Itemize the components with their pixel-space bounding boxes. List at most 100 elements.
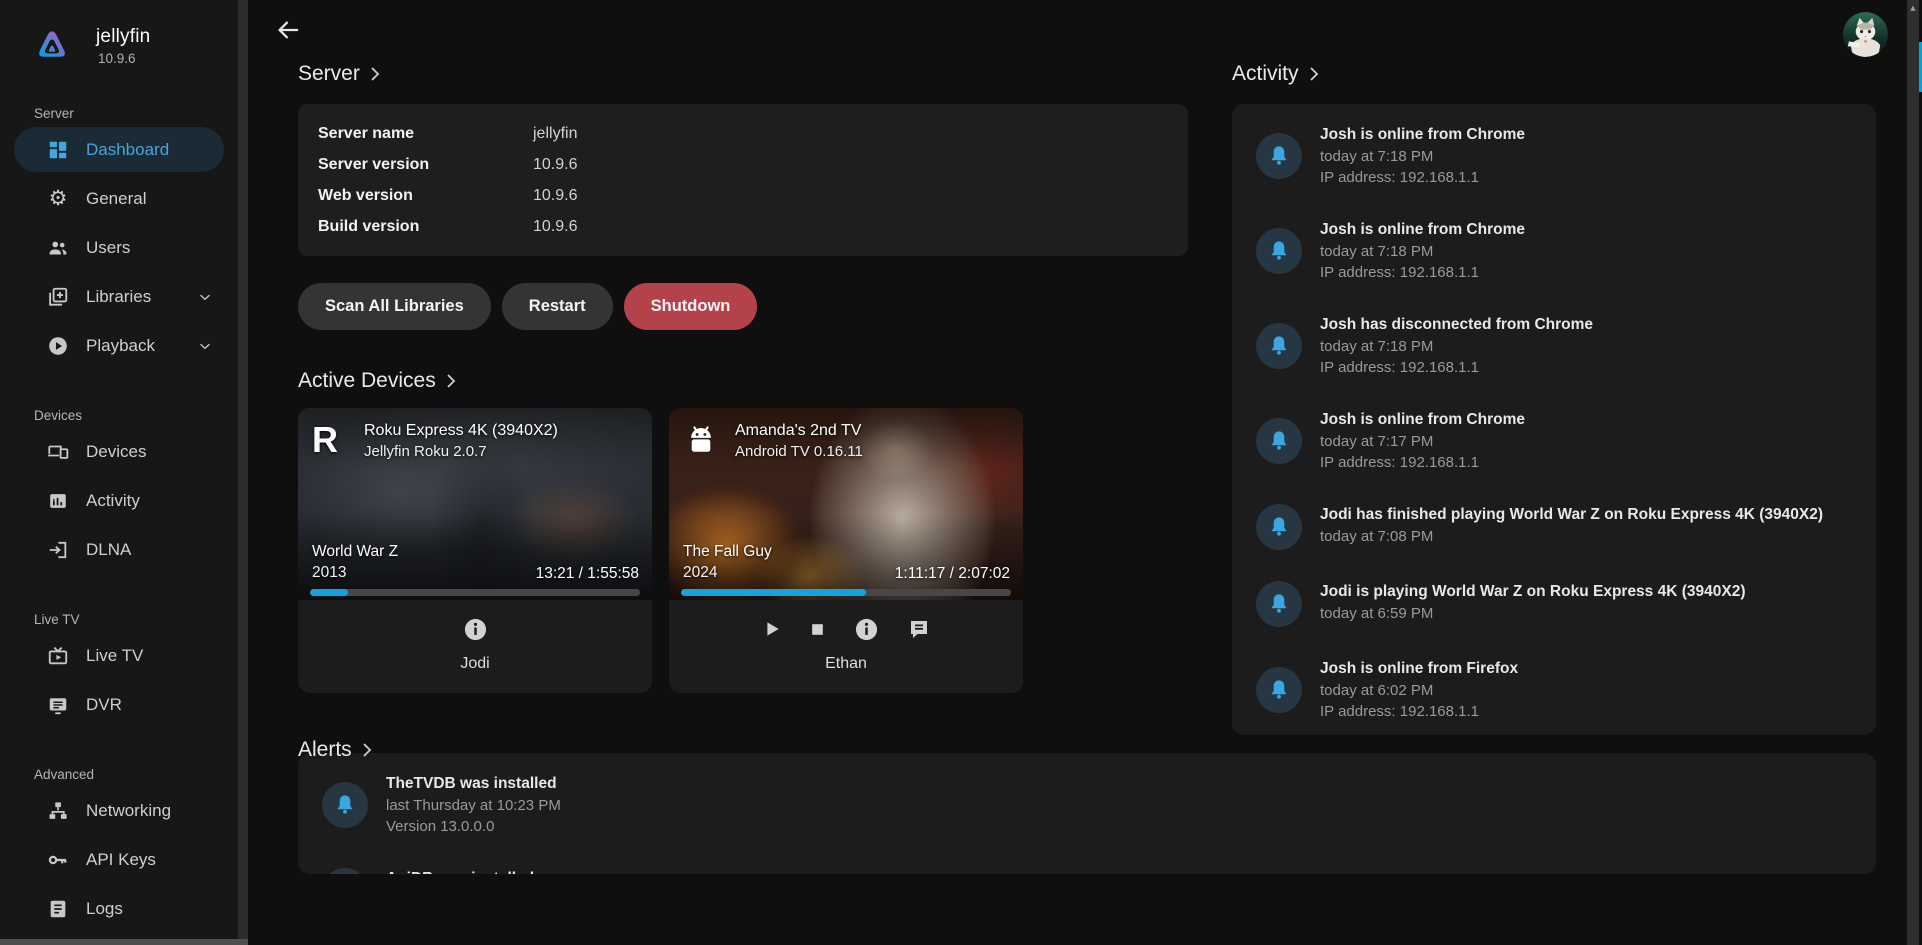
sidebar-section-label: Server bbox=[34, 106, 238, 121]
chevron-down-icon[interactable] bbox=[196, 337, 214, 355]
feed-item: AniDB was installed bbox=[322, 868, 1852, 874]
play-button[interactable] bbox=[762, 619, 782, 639]
sidebar-item-api-keys[interactable]: API Keys bbox=[14, 837, 224, 882]
sidebar-section-devices: DevicesDevicesActivityDLNA bbox=[0, 408, 238, 572]
app-name: jellyfin bbox=[96, 26, 150, 48]
sidebar-vertical-scrollbar[interactable] bbox=[238, 0, 248, 945]
sidebar-item-label: Networking bbox=[86, 801, 171, 821]
dvr-icon bbox=[46, 693, 70, 717]
notification-avatar bbox=[322, 868, 368, 874]
active-devices-title: Active Devices bbox=[298, 367, 436, 395]
jellyfin-dashboard: jellyfin 10.9.6 Server Dashboard⚙GeneralU… bbox=[0, 0, 1922, 945]
scan-all-libraries-button[interactable]: Scan All Libraries bbox=[298, 283, 491, 330]
sidebar-section-label: Live TV bbox=[34, 612, 238, 627]
stop-button[interactable] bbox=[809, 621, 826, 638]
page-scrollbar-track[interactable]: ▲ bbox=[1907, 0, 1919, 945]
feed-item-title: Jodi is playing World War Z on Roku Expr… bbox=[1320, 581, 1746, 603]
device-card-header: R Roku Express 4K (3940X2)Jellyfin Roku 2… bbox=[298, 408, 652, 462]
info-button[interactable] bbox=[853, 616, 880, 643]
chat-button[interactable] bbox=[907, 617, 931, 641]
playback-time: 1:11:17 / 2:07:02 bbox=[895, 565, 1010, 583]
feed-item: Josh is online from Chrometoday at 7:18 … bbox=[1256, 219, 1852, 283]
restart-button[interactable]: Restart bbox=[502, 283, 613, 330]
activity-link[interactable]: Activity bbox=[1232, 60, 1876, 88]
server-info-value: jellyfin bbox=[533, 125, 1168, 143]
jellyfin-logo-icon bbox=[34, 28, 70, 64]
feed-item-ip: IP address: 192.168.1.1 bbox=[1320, 167, 1525, 188]
device-card-header: Amanda's 2nd TVAndroid TV 0.16.11 bbox=[669, 408, 1023, 462]
active-devices-link[interactable]: Active Devices bbox=[298, 367, 1188, 395]
sidebar-horizontal-scrollbar[interactable] bbox=[0, 939, 248, 945]
feed-item-texts: TheTVDB was installedlast Thursday at 10… bbox=[386, 773, 561, 837]
chevron-down-icon[interactable] bbox=[196, 288, 214, 306]
media-title: World War Z bbox=[312, 541, 398, 562]
sidebar-item-live-tv[interactable]: Live TV bbox=[14, 633, 224, 678]
server-section-link[interactable]: Server bbox=[298, 60, 1188, 88]
device-card-ethan[interactable]: Amanda's 2nd TVAndroid TV 0.16.11The Fal… bbox=[669, 408, 1023, 693]
server-section-title: Server bbox=[298, 60, 360, 88]
sidebar-item-logs[interactable]: Logs bbox=[14, 886, 224, 931]
device-card-titles: Roku Express 4K (3940X2)Jellyfin Roku 2.… bbox=[364, 420, 558, 462]
bell-icon bbox=[1267, 429, 1291, 453]
sidebar-item-dashboard[interactable]: Dashboard bbox=[14, 127, 224, 172]
device-name: Amanda's 2nd TV bbox=[735, 420, 863, 441]
server-info-value: 10.9.6 bbox=[533, 187, 1168, 205]
server-info-row: Web version10.9.6 bbox=[318, 180, 1168, 211]
server-info-row: Server namejellyfin bbox=[318, 118, 1168, 149]
activity-title: Activity bbox=[1232, 60, 1299, 88]
activity-chart-icon bbox=[46, 489, 70, 513]
feed-item-title: Josh has disconnected from Chrome bbox=[1320, 314, 1593, 336]
sidebar-item-label: Libraries bbox=[86, 287, 151, 307]
sidebar-section-label: Devices bbox=[34, 408, 238, 423]
feed-item-ip: IP address: 192.168.1.1 bbox=[1320, 452, 1525, 473]
sidebar-item-users[interactable]: Users bbox=[14, 225, 224, 270]
user-avatar[interactable] bbox=[1843, 12, 1888, 57]
sidebar-item-playback[interactable]: Playback bbox=[14, 323, 224, 368]
bell-icon bbox=[1267, 678, 1291, 702]
notification-avatar bbox=[1256, 228, 1302, 274]
feed-item-title: Josh is online from Chrome bbox=[1320, 219, 1525, 241]
feed-item-title: AniDB was installed bbox=[386, 868, 534, 874]
shutdown-button[interactable]: Shutdown bbox=[624, 283, 758, 330]
sidebar-section-server: Server Dashboard⚙GeneralUsers Libraries Pla… bbox=[0, 106, 238, 368]
bell-icon bbox=[333, 793, 357, 817]
library-add-icon bbox=[46, 285, 70, 309]
sidebar-item-devices[interactable]: Devices bbox=[14, 429, 224, 474]
sidebar-item-label: General bbox=[86, 189, 146, 209]
sidebar-item-networking[interactable]: Networking bbox=[14, 788, 224, 833]
right-column: Activity Josh is online from Chrometoday… bbox=[1232, 0, 1876, 735]
sidebar-item-libraries[interactable]: Libraries bbox=[14, 274, 224, 319]
sidebar-section-label: Advanced bbox=[34, 767, 238, 782]
alerts-link[interactable]: Alerts bbox=[298, 736, 1188, 764]
server-info-card: Server namejellyfinServer version10.9.6W… bbox=[298, 104, 1188, 256]
info-icon bbox=[462, 616, 489, 643]
feed-item-time: today at 6:59 PM bbox=[1320, 603, 1746, 624]
feed-item-texts: Josh has disconnected from Chrometoday a… bbox=[1320, 314, 1593, 378]
cat-avatar-image bbox=[1843, 12, 1888, 57]
play-circle-icon bbox=[46, 334, 70, 358]
playback-progress-bar bbox=[310, 589, 640, 596]
info-button[interactable] bbox=[462, 616, 489, 643]
back-button[interactable] bbox=[274, 17, 302, 45]
feed-item-texts: AniDB was installed bbox=[386, 868, 534, 874]
sidebar-item-dlna[interactable]: DLNA bbox=[14, 527, 224, 572]
app-header: jellyfin 10.9.6 bbox=[34, 26, 238, 66]
sidebar-item-label: DLNA bbox=[86, 540, 131, 560]
client-version: Android TV 0.16.11 bbox=[735, 441, 863, 462]
sidebar-item-general[interactable]: ⚙General bbox=[14, 176, 224, 221]
scrollbar-up-arrow[interactable]: ▲ bbox=[1907, 4, 1919, 12]
bell-icon bbox=[1267, 592, 1291, 616]
session-user-name: Ethan bbox=[825, 655, 867, 673]
chevron-right-icon bbox=[445, 373, 457, 389]
notification-avatar bbox=[1256, 323, 1302, 369]
dashboard-icon bbox=[46, 138, 70, 162]
playback-progress-fill bbox=[681, 589, 866, 596]
feed-item-texts: Josh is online from Chrometoday at 7:18 … bbox=[1320, 124, 1525, 188]
feed-item: Josh is online from Firefoxtoday at 6:02… bbox=[1256, 658, 1852, 722]
roku-icon: R bbox=[312, 420, 352, 460]
notification-avatar bbox=[322, 782, 368, 828]
sidebar-item-activity[interactable]: Activity bbox=[14, 478, 224, 523]
device-card-jodi[interactable]: R Roku Express 4K (3940X2)Jellyfin Roku 2… bbox=[298, 408, 652, 693]
sidebar-item-dvr[interactable]: DVR bbox=[14, 682, 224, 727]
feed-item-ip: IP address: 192.168.1.1 bbox=[1320, 357, 1593, 378]
